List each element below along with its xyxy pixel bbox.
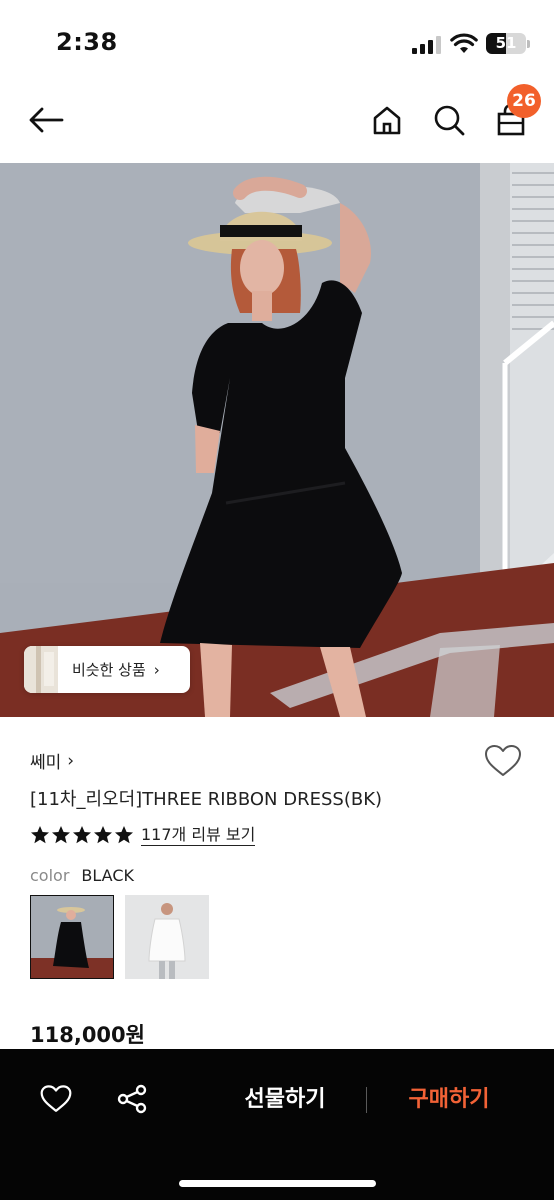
similar-products-button[interactable]: 비슷한 상품 › bbox=[24, 646, 190, 693]
product-title: [11차_리오더]THREE RIBBON DRESS(BK) bbox=[30, 789, 383, 810]
status-time: 2:38 bbox=[56, 28, 118, 56]
color-row: color BLACK bbox=[30, 866, 134, 885]
product-price: 118,000원 bbox=[30, 1023, 145, 1047]
buy-button[interactable]: 구매하기 bbox=[393, 1081, 505, 1119]
rating-stars bbox=[30, 825, 134, 845]
product-image[interactable] bbox=[0, 163, 554, 717]
similar-products-label: 비슷한 상품 bbox=[72, 661, 146, 679]
star-icon bbox=[52, 826, 70, 844]
star-icon bbox=[31, 826, 49, 844]
wifi-icon bbox=[450, 32, 478, 54]
star-icon bbox=[94, 826, 112, 844]
divider bbox=[366, 1087, 367, 1113]
battery-cap bbox=[527, 40, 530, 48]
signal-icon bbox=[412, 34, 442, 54]
status-bar: 2:38 51 bbox=[0, 0, 554, 80]
brand-link[interactable]: 쎄미 › bbox=[30, 748, 75, 774]
cart-badge: 26 bbox=[507, 84, 541, 118]
color-label: color bbox=[30, 866, 70, 885]
battery-level: 51 bbox=[495, 34, 517, 52]
star-icon bbox=[115, 826, 133, 844]
review-link[interactable]: 117개 리뷰 보기 bbox=[141, 825, 256, 846]
bottom-action-bar bbox=[0, 1049, 554, 1200]
rating-row: 117개 리뷰 보기 bbox=[30, 824, 256, 846]
chevron-right-icon: › bbox=[153, 660, 160, 679]
top-nav bbox=[0, 80, 554, 164]
color-value: BLACK bbox=[81, 866, 134, 885]
gift-button[interactable]: 선물하기 bbox=[229, 1081, 341, 1119]
similar-products-thumbnail bbox=[24, 646, 58, 693]
search-icon[interactable] bbox=[429, 100, 469, 140]
color-swatch-white[interactable] bbox=[125, 895, 209, 979]
battery-icon: 51 bbox=[486, 33, 526, 54]
home-icon[interactable] bbox=[367, 100, 407, 140]
wishlist-heart-icon[interactable] bbox=[484, 744, 524, 782]
home-indicator bbox=[179, 1180, 376, 1187]
back-arrow-icon[interactable] bbox=[26, 100, 66, 140]
heart-icon[interactable] bbox=[38, 1081, 74, 1117]
color-swatch-black[interactable] bbox=[30, 895, 114, 979]
chevron-right-icon: › bbox=[67, 750, 75, 771]
brand-name: 쎄미 bbox=[30, 753, 62, 773]
share-icon[interactable] bbox=[114, 1081, 150, 1117]
star-icon bbox=[73, 826, 91, 844]
